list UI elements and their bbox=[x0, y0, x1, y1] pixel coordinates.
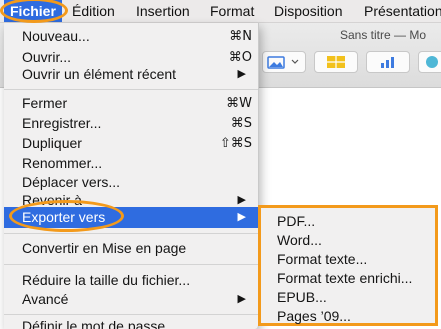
menu-item-convertir[interactable]: Convertir en Mise en page bbox=[4, 238, 258, 259]
submenu-arrow-icon: ▶ bbox=[237, 68, 246, 80]
submenu-arrow-icon: ▶ bbox=[237, 211, 246, 223]
menu-item-fermer[interactable]: Fermer ⌘W bbox=[4, 93, 258, 114]
file-menu: Nouveau... ⌘N Ouvrir... ⌘O Ouvrir un élé… bbox=[4, 23, 259, 329]
export-texte[interactable]: Format texte... bbox=[277, 250, 367, 268]
menu-item-dupliquer[interactable]: Dupliquer ⇧⌘S bbox=[4, 133, 258, 154]
menu-item-label: Définir le mot de passe... bbox=[22, 318, 177, 329]
export-pages09[interactable]: Pages ’09... bbox=[277, 307, 351, 325]
menu-separator bbox=[4, 264, 258, 265]
chart-button[interactable] bbox=[366, 51, 410, 73]
menu-separator bbox=[4, 314, 258, 315]
menu-item-label: Convertir en Mise en page bbox=[22, 240, 187, 256]
menu-bar: Fichier Édition Insertion Format Disposi… bbox=[0, 0, 441, 23]
menu-item-reduire[interactable]: Réduire la taille du fichier... bbox=[4, 270, 258, 291]
menu-item-label: Nouveau... bbox=[22, 28, 90, 44]
menu-item-ouvrir-recent[interactable]: Ouvrir un élément récent ▶ bbox=[4, 64, 258, 85]
menu-item-exporter[interactable]: Exporter vers ▶ bbox=[4, 207, 258, 228]
menu-item-nouveau[interactable]: Nouveau... ⌘N bbox=[4, 26, 258, 47]
menu-item-shortcut: ⌘N bbox=[229, 29, 252, 44]
menu-separator bbox=[4, 233, 258, 234]
menu-item-mot-de-passe[interactable]: Définir le mot de passe... bbox=[4, 316, 258, 329]
chart-icon bbox=[381, 57, 394, 68]
table-button[interactable] bbox=[314, 51, 358, 73]
menu-item-enregistrer[interactable]: Enregistrer... ⌘S bbox=[4, 113, 258, 134]
menu-item-label: Enregistrer... bbox=[22, 115, 102, 131]
menu-item-label: Avancé bbox=[22, 291, 69, 307]
menu-insertion[interactable]: Insertion bbox=[136, 0, 190, 22]
shape-button[interactable] bbox=[418, 51, 441, 73]
screen: Sans titre — Mo Fichier Édition Insertio… bbox=[0, 0, 441, 329]
menu-format[interactable]: Format bbox=[210, 0, 254, 22]
menu-disposition[interactable]: Disposition bbox=[274, 0, 342, 22]
media-button[interactable] bbox=[262, 51, 306, 73]
export-submenu: PDF... Word... Format texte... Format te… bbox=[258, 205, 438, 326]
menu-item-shortcut: ⌘S bbox=[230, 116, 252, 131]
image-icon bbox=[267, 56, 299, 69]
menu-item-avance[interactable]: Avancé ▶ bbox=[4, 289, 258, 310]
menu-item-label: Dupliquer bbox=[22, 135, 82, 151]
menu-edition[interactable]: Édition bbox=[72, 0, 115, 22]
menu-item-label: Ouvrir un élément récent bbox=[22, 66, 177, 82]
export-texte-enrichi[interactable]: Format texte enrichi... bbox=[277, 269, 412, 287]
menu-presentation[interactable]: Présentation bbox=[364, 0, 441, 22]
shape-icon bbox=[426, 56, 438, 68]
export-pdf[interactable]: PDF... bbox=[277, 212, 315, 230]
menu-item-label: Fermer bbox=[22, 95, 68, 111]
export-word[interactable]: Word... bbox=[277, 231, 322, 249]
window-title: Sans titre — Mo bbox=[340, 28, 427, 42]
export-epub[interactable]: EPUB... bbox=[277, 288, 327, 306]
menu-item-renommer[interactable]: Renommer... bbox=[4, 153, 258, 174]
submenu-arrow-icon: ▶ bbox=[237, 293, 246, 305]
menu-item-label: Exporter vers bbox=[22, 209, 106, 225]
menu-item-label: Renommer... bbox=[22, 155, 103, 171]
menu-item-label: Réduire la taille du fichier... bbox=[22, 272, 191, 288]
menu-item-shortcut: ⌘W bbox=[226, 96, 252, 111]
table-icon bbox=[327, 56, 345, 68]
menu-separator bbox=[4, 89, 258, 90]
menu-item-shortcut: ⇧⌘S bbox=[219, 136, 252, 151]
menu-fichier[interactable]: Fichier bbox=[4, 0, 62, 22]
